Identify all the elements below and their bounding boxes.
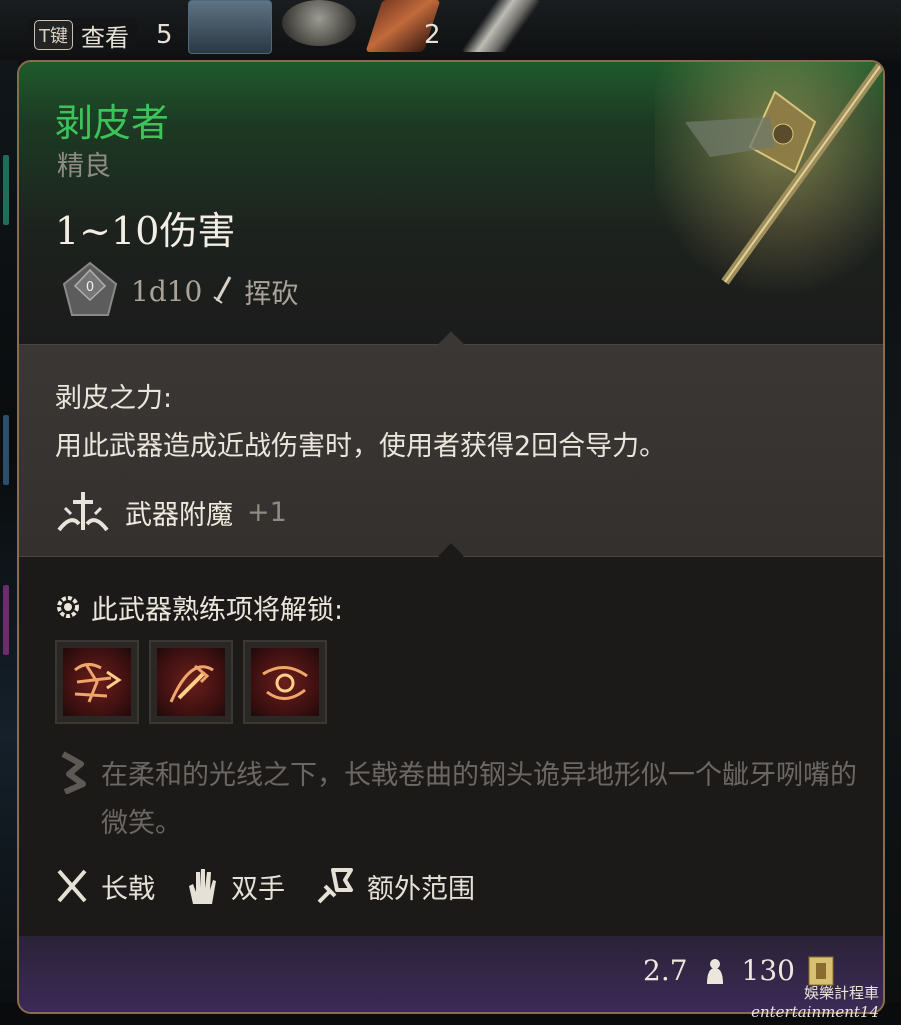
action-slot-2[interactable] — [149, 640, 233, 724]
item-lore: 在柔和的光线之下，长戟卷曲的钢头诡异地形似一个龇牙咧嘴的微笑。 — [101, 760, 857, 839]
watermark: 娛樂計程車 entertainment14 — [751, 984, 879, 1022]
gold-coin-icon — [808, 956, 834, 985]
action-slot-3[interactable] — [243, 640, 327, 724]
item-stats: 2.7 130 — [643, 954, 835, 987]
svg-text:0: 0 — [86, 280, 94, 295]
quill-icon — [61, 751, 86, 794]
crossed-weapons-icon — [57, 869, 87, 903]
hand-icon — [189, 869, 216, 904]
enchantment-label: 武器附魔 — [125, 499, 233, 531]
tag-label: 长戟 — [101, 873, 155, 905]
halberd-item-art — [655, 62, 883, 322]
item-tooltip: 剥皮者 精良 1~10伤害 0 1d10 挥砍 剥皮之力: 用此武器造成近战伤害… — [17, 60, 885, 1014]
action-slot-1[interactable] — [55, 640, 139, 724]
halberd-maneuver-icon — [74, 663, 122, 703]
hotbar-slot-armor[interactable] — [188, 0, 272, 54]
tag-label: 双手 — [231, 873, 285, 905]
sword-icon — [213, 276, 232, 304]
weapon-tags: 长戟 双手 额外范围 — [55, 866, 487, 906]
item-price: 130 — [741, 954, 795, 987]
reach-icon — [317, 868, 353, 904]
item-weight: 2.7 — [643, 954, 688, 987]
item-damage: 1~10伤害 — [55, 209, 236, 253]
damage-dice: 1d10 — [131, 274, 203, 308]
enchantment-row: 武器附魔 +1 — [55, 490, 287, 534]
side-marker — [3, 585, 9, 655]
t-key-badge: T键 — [34, 20, 73, 50]
property-title: 剥皮之力: — [55, 383, 173, 414]
unlocked-actions — [55, 640, 327, 724]
tag-extra-reach[interactable]: 额外范围 — [315, 866, 475, 906]
side-marker — [3, 155, 9, 225]
item-rarity: 精良 — [57, 151, 111, 182]
left-side-panel — [0, 60, 18, 1025]
proficiency-unlock-row: 此武器熟练项将解锁: — [55, 588, 343, 627]
enchantment-value: +1 — [247, 496, 287, 528]
tag-label: 额外范围 — [367, 873, 475, 905]
side-marker — [3, 415, 9, 485]
hotbar-stack-count: 5 — [156, 20, 173, 50]
watermark-en: entertainment14 — [751, 1003, 879, 1021]
tag-two-handed[interactable]: 双手 — [185, 866, 285, 906]
proficiency-unlock-label: 此武器熟练项将解锁: — [91, 595, 344, 626]
inspect-label: 查看 — [81, 23, 129, 52]
damage-type: 挥砍 — [244, 278, 299, 310]
weapon-enchant-icon — [57, 492, 109, 532]
hotbar-slot-blade[interactable] — [462, 0, 540, 52]
hotbar-stack-count: 2 — [424, 20, 441, 50]
hotbar-slot-shield[interactable] — [282, 0, 356, 46]
cleave-icon — [169, 664, 214, 703]
property-description: 用此武器造成近战伤害时，使用者获得2回合导力。 — [55, 431, 667, 462]
inspect-key-hint[interactable]: T键 查看 — [28, 18, 137, 52]
watermark-cn: 娛樂計程車 — [803, 984, 879, 1002]
tag-halberd[interactable]: 长戟 — [55, 867, 155, 906]
gear-lock-icon — [57, 595, 79, 618]
weight-icon — [706, 958, 723, 984]
damage-details: 0 1d10 挥砍 — [59, 260, 298, 322]
sweep-icon — [262, 666, 308, 700]
d10-dice-icon: 0 — [62, 261, 118, 316]
item-name: 剥皮者 — [55, 101, 170, 145]
